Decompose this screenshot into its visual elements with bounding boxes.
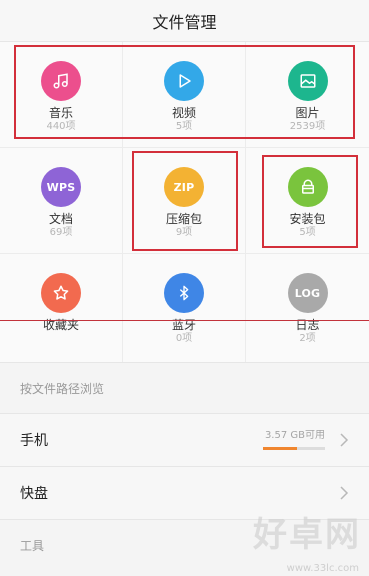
storage-item-phone[interactable]: 手机 3.57 GB可用	[0, 413, 369, 466]
storage-name: 快盘	[20, 486, 48, 502]
category-count: 69项	[49, 227, 73, 238]
category-count: 0项	[175, 333, 193, 344]
storage-free-text: 3.57 GB可用	[264, 430, 325, 441]
log-icon: LOG	[287, 273, 328, 313]
chevron-right-icon	[340, 486, 349, 500]
icon-text: ZIP	[173, 180, 195, 194]
storage-name: 手机	[20, 433, 48, 449]
category-music[interactable]: 音乐 440项	[0, 42, 123, 148]
category-label: 图片	[295, 106, 320, 120]
zip-icon: ZIP	[164, 167, 204, 207]
category-count: 9项	[175, 227, 193, 238]
star-icon	[41, 273, 81, 313]
play-icon	[164, 61, 204, 101]
category-label: 视频	[171, 106, 196, 120]
music-note-icon	[41, 61, 81, 101]
browse-by-path-heading: 按文件路径浏览	[20, 381, 105, 396]
bluetooth-icon	[164, 273, 204, 313]
page-title: 文件管理	[152, 12, 217, 32]
category-archives[interactable]: ZIP 压缩包 9项	[123, 148, 246, 254]
category-packages[interactable]: 安装包 5项	[246, 148, 369, 254]
category-logs[interactable]: LOG 日志 2项	[246, 254, 369, 362]
category-count: 440项	[46, 121, 76, 132]
category-count: 5项	[299, 227, 316, 238]
category-video[interactable]: 视频 5项	[123, 42, 246, 148]
annotation-line	[0, 320, 369, 321]
storage-bar	[262, 447, 325, 450]
image-icon	[287, 61, 328, 101]
category-label: 文档	[48, 212, 73, 226]
category-label: 压缩包	[165, 212, 202, 226]
wps-icon: WPS	[41, 167, 81, 207]
storage-bar-fill	[262, 447, 298, 450]
package-icon	[287, 167, 328, 207]
category-images[interactable]: 图片 2539项	[246, 42, 369, 148]
icon-text: LOG	[294, 286, 321, 300]
title-bar: 文件管理	[0, 0, 369, 42]
category-count: 2539项	[289, 121, 326, 132]
icon-text: WPS	[46, 180, 76, 194]
category-count: 2项	[299, 333, 316, 344]
storage-list: 手机 3.57 GB可用 快盘	[0, 413, 369, 519]
watermark-logo: 好卓网	[253, 515, 361, 555]
category-favorites[interactable]: 收藏夹	[0, 254, 123, 362]
category-label: 安装包	[289, 212, 326, 226]
category-documents[interactable]: WPS 文档 69项	[0, 148, 123, 254]
category-label: 音乐	[48, 106, 73, 120]
category-grid: 音乐 440项 视频 5项 图片 2539项 WPS 文档 69项 ZIP 压缩…	[0, 42, 369, 363]
category-bluetooth[interactable]: 蓝牙 0项	[123, 254, 246, 362]
watermark-url: www.33lc.com	[286, 563, 359, 574]
storage-usage: 3.57 GB可用	[262, 430, 325, 450]
chevron-right-icon	[340, 433, 349, 447]
category-count: 5项	[175, 121, 193, 132]
